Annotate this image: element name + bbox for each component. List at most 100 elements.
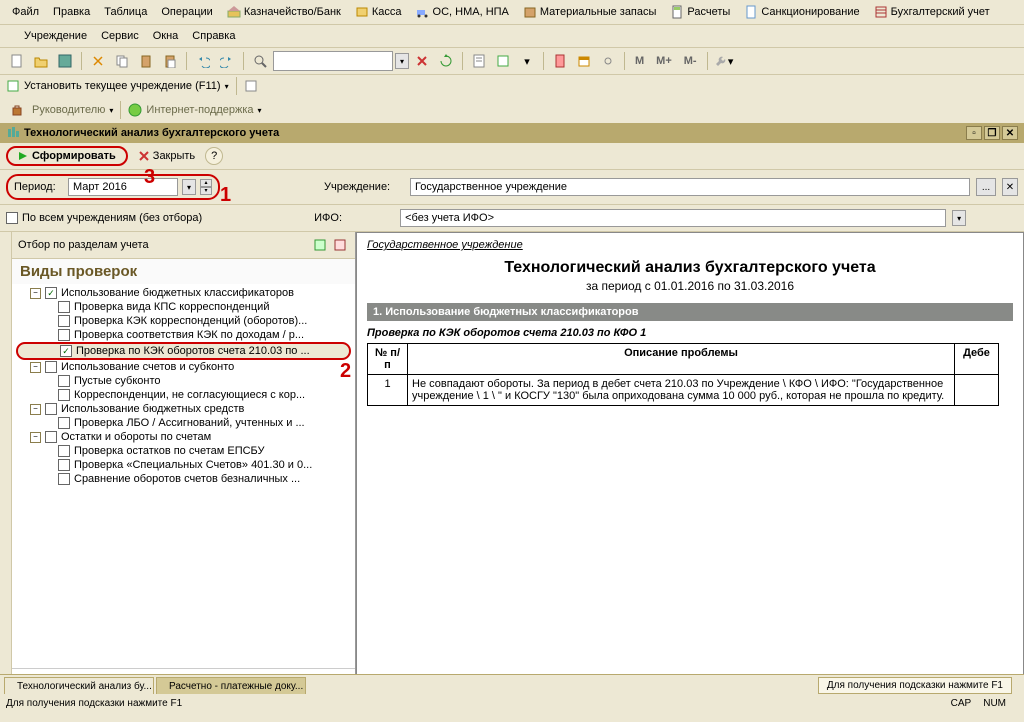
redo-button[interactable]: [216, 50, 238, 72]
close-button[interactable]: Закрыть: [132, 148, 201, 164]
tree-checkbox[interactable]: [58, 445, 70, 457]
new-button[interactable]: [6, 50, 28, 72]
tree-checkbox[interactable]: [45, 431, 57, 443]
menu-org[interactable]: Учреждение: [18, 28, 93, 44]
menu-materials[interactable]: Материальные запасы: [517, 3, 663, 21]
search-dd[interactable]: ▾: [395, 53, 409, 69]
menu-service[interactable]: Сервис: [95, 28, 145, 44]
uchr-input[interactable]: [410, 178, 970, 196]
menu-treasury[interactable]: Казначейство/Банк: [221, 3, 347, 21]
tree-item[interactable]: −Использование счетов и субконто: [12, 360, 355, 374]
tree-item[interactable]: Проверка остатков по счетам ЕПСБУ: [12, 444, 355, 458]
ifo-dropdown[interactable]: ▾: [952, 210, 966, 226]
tool3-button[interactable]: ▾: [516, 50, 538, 72]
menu-help[interactable]: Справка: [186, 28, 241, 44]
tree-item[interactable]: Проверка КЭК корреспонденций (оборотов).…: [12, 314, 355, 328]
clear-button[interactable]: [411, 50, 433, 72]
menu-table[interactable]: Таблица: [98, 4, 153, 20]
tree-checkbox[interactable]: [58, 389, 70, 401]
tree-checkbox[interactable]: [58, 329, 70, 341]
save-button[interactable]: [54, 50, 76, 72]
tree-item[interactable]: −✓Использование бюджетных классификаторо…: [12, 286, 355, 300]
allorgs-checkbox[interactable]: [6, 212, 18, 224]
status-message: Для получения подсказки нажмите F1: [6, 698, 182, 709]
paste-button[interactable]: [135, 50, 157, 72]
period-input[interactable]: [68, 178, 178, 196]
window-min-button[interactable]: ▫: [966, 126, 982, 140]
period-dropdown[interactable]: ▾: [182, 179, 196, 195]
tree-toggle[interactable]: −: [30, 404, 41, 415]
refresh-button[interactable]: [435, 50, 457, 72]
uncheck-all-button[interactable]: [331, 236, 349, 254]
uchr-label: Учреждение:: [324, 181, 404, 193]
menu-file[interactable]: Файл: [6, 4, 45, 20]
filter-row2: По всем учреждениям (без отбора) ИФО: ▾: [0, 205, 1024, 232]
mplus-button[interactable]: М+: [651, 50, 677, 72]
tree-checkbox[interactable]: [58, 375, 70, 387]
tree-item-label: Проверка КЭК корреспонденций (оборотов).…: [74, 315, 307, 327]
org2-icon[interactable]: [244, 79, 258, 93]
tree-checkbox[interactable]: [45, 403, 57, 415]
menu-windows[interactable]: Окна: [147, 28, 185, 44]
paste2-button[interactable]: [159, 50, 181, 72]
menu-sanction[interactable]: Санкционирование: [738, 3, 865, 21]
uchr-pick-button[interactable]: ...: [976, 178, 996, 196]
tree-item[interactable]: −Остатки и обороты по счетам: [12, 430, 355, 444]
tree-item[interactable]: Проверка ЛБО / Ассигнований, учтенных и …: [12, 416, 355, 430]
uchr-clear-button[interactable]: ✕: [1002, 178, 1018, 196]
wrench-button[interactable]: ▾: [713, 50, 735, 72]
search-input[interactable]: [273, 51, 393, 71]
expand-all-button[interactable]: [311, 236, 329, 254]
form-button[interactable]: Сформировать: [6, 146, 128, 166]
cut-button[interactable]: [87, 50, 109, 72]
tree-item[interactable]: Проверка соответствия КЭК по доходам / р…: [12, 328, 355, 342]
tree-checkbox[interactable]: ✓: [45, 287, 57, 299]
m-button[interactable]: М: [630, 50, 649, 72]
role-support[interactable]: Интернет-поддержка: [146, 104, 253, 116]
menu-calc[interactable]: Расчеты: [664, 3, 736, 21]
tree-checkbox[interactable]: ✓: [60, 345, 72, 357]
opts-button[interactable]: [597, 50, 619, 72]
tool1-button[interactable]: [468, 50, 490, 72]
tree-checkbox[interactable]: [58, 301, 70, 313]
tree-item[interactable]: Проверка «Специальных Счетов» 401.30 и 0…: [12, 458, 355, 472]
menu-assets[interactable]: ОС, НМА, НПА: [410, 3, 515, 21]
period-down[interactable]: ▾: [200, 187, 212, 195]
tree-toggle[interactable]: −: [30, 288, 41, 299]
tab-payments[interactable]: Расчетно - платежные доку...: [156, 677, 306, 694]
open-button[interactable]: [30, 50, 52, 72]
tree-item[interactable]: −Использование бюджетных средств: [12, 402, 355, 416]
tree-checkbox[interactable]: [58, 459, 70, 471]
period-up[interactable]: ▴: [200, 179, 212, 187]
tree-item[interactable]: Корреспонденции, не согласующиеся с кор.…: [12, 388, 355, 402]
tree-item[interactable]: Проверка вида КПС корреспонденций: [12, 300, 355, 314]
tree-item[interactable]: Сравнение оборотов счетов безналичных ..…: [12, 472, 355, 486]
tree-checkbox[interactable]: [58, 315, 70, 327]
window-close-button[interactable]: ✕: [1002, 126, 1018, 140]
mminus-button[interactable]: М-: [679, 50, 702, 72]
role-manager[interactable]: Руководителю: [32, 104, 105, 116]
tree-item[interactable]: Пустые субконто: [12, 374, 355, 388]
undo-button[interactable]: [192, 50, 214, 72]
tree-item[interactable]: ✓Проверка по КЭК оборотов счета 210.03 п…: [16, 342, 351, 360]
role-icon-btn[interactable]: [6, 99, 28, 121]
tree-checkbox[interactable]: [58, 417, 70, 429]
menu-cash[interactable]: Касса: [349, 3, 408, 21]
menu-ops[interactable]: Операции: [155, 4, 218, 20]
calendar-button[interactable]: [573, 50, 595, 72]
set-org-label[interactable]: Установить текущее учреждение (F11): [24, 80, 221, 92]
tool2-button[interactable]: [492, 50, 514, 72]
tree-toggle[interactable]: −: [30, 362, 41, 373]
tree-checkbox[interactable]: [58, 473, 70, 485]
ifo-input[interactable]: [400, 209, 946, 227]
tab-tech-analysis[interactable]: Технологический анализ бу...: [4, 677, 154, 694]
tree-checkbox[interactable]: [45, 361, 57, 373]
tree-toggle[interactable]: −: [30, 432, 41, 443]
calc2-button[interactable]: [549, 50, 571, 72]
copy-button[interactable]: [111, 50, 133, 72]
menu-edit[interactable]: Правка: [47, 4, 96, 20]
find-button[interactable]: [249, 50, 271, 72]
help-button[interactable]: ?: [205, 147, 223, 165]
window-restore-button[interactable]: ❐: [984, 126, 1000, 140]
menu-accounting[interactable]: Бухгалтерский учет: [868, 3, 996, 21]
